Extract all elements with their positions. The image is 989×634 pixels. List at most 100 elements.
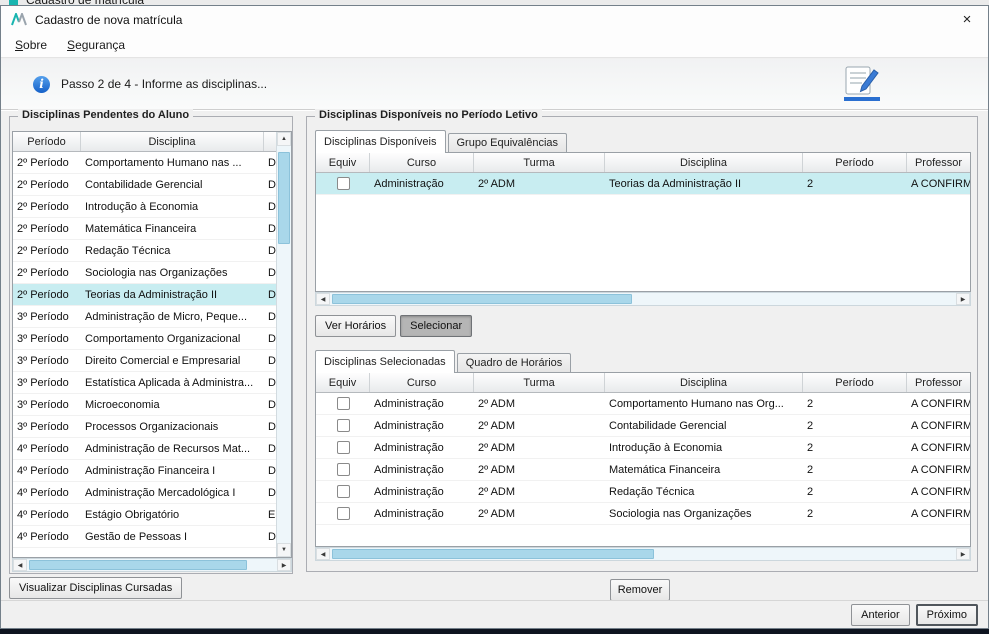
anterior-button[interactable]: Anterior bbox=[851, 603, 910, 626]
scroll-right-icon[interactable]: ▶ bbox=[277, 559, 291, 571]
table-row[interactable]: 4º Período Administração Financeira I DISC bbox=[13, 460, 276, 482]
available-group-title: Disciplinas Disponíveis no Período Letiv… bbox=[315, 109, 542, 121]
table-row[interactable]: 4º Período Administração Mercadológica I D… bbox=[13, 482, 276, 504]
equiv-checkbox[interactable] bbox=[336, 463, 350, 476]
scroll-track[interactable] bbox=[27, 559, 277, 571]
table-cell: Contabilidade Gerencial bbox=[609, 419, 727, 432]
column-header-equiv[interactable]: Equiv bbox=[316, 153, 370, 172]
equiv-checkbox[interactable] bbox=[336, 441, 350, 454]
scroll-thumb[interactable] bbox=[332, 549, 654, 559]
scroll-thumb[interactable] bbox=[278, 152, 290, 244]
pending-table-header[interactable]: Período Disciplina T bbox=[13, 132, 276, 152]
column-header-equiv[interactable]: Equiv bbox=[316, 373, 370, 392]
table-cell: A CONFIRMAR bbox=[911, 397, 970, 410]
table-row[interactable]: Administração 2º ADM Redação Técnica 2 A CON… bbox=[316, 481, 970, 503]
table-row[interactable]: Administração 2º ADM Matemática Financeira… bbox=[316, 459, 970, 481]
ver-horarios-button[interactable]: Ver Horários bbox=[315, 315, 397, 337]
available-table-header[interactable]: Equiv Curso Turma Disciplina Período Pro… bbox=[316, 153, 970, 173]
table-row[interactable]: Administração 2º ADM Sociologia nas Organi… bbox=[316, 503, 970, 525]
table-row[interactable]: 2º Período Redação Técnica DISC bbox=[13, 240, 276, 262]
scroll-left-icon[interactable]: ◀ bbox=[13, 559, 27, 571]
proximo-button[interactable]: Próximo bbox=[915, 603, 978, 626]
table-row[interactable]: 2º Período Comportamento Humano nas ... DI… bbox=[13, 152, 276, 174]
table-row[interactable]: Administração 2º ADM Teorias da Administra… bbox=[316, 173, 970, 195]
table-row[interactable]: 4º Período Gestão de Pessoas I DISC bbox=[13, 526, 276, 548]
table-cell bbox=[316, 437, 370, 458]
table-cell: 2º ADM bbox=[478, 397, 516, 410]
menu-item-seguranca[interactable]: Segurança bbox=[59, 35, 133, 55]
column-header-tipo[interactable]: T bbox=[264, 132, 276, 151]
menu-item-sobre[interactable]: Sobre bbox=[7, 35, 55, 55]
selected-table-header[interactable]: Equiv Curso Turma Disciplina Período Pro… bbox=[316, 373, 970, 393]
table-cell: Redação Técnica bbox=[609, 485, 695, 498]
equiv-checkbox[interactable] bbox=[336, 397, 350, 410]
scroll-thumb[interactable] bbox=[332, 294, 632, 304]
scroll-track[interactable] bbox=[330, 293, 956, 305]
table-row[interactable]: 3º Período Estatística Aplicada à Adminis… bbox=[13, 372, 276, 394]
column-header-turma[interactable]: Turma bbox=[474, 153, 605, 172]
scroll-right-icon[interactable]: ▶ bbox=[956, 548, 970, 560]
table-cell: 3º Período bbox=[17, 420, 69, 433]
column-header-curso[interactable]: Curso bbox=[370, 373, 474, 392]
scroll-left-icon[interactable]: ◀ bbox=[316, 293, 330, 305]
equiv-checkbox[interactable] bbox=[336, 485, 350, 498]
table-cell: 2º ADM bbox=[478, 485, 516, 498]
remover-button[interactable]: Remover bbox=[610, 579, 670, 601]
available-horizontal-scrollbar[interactable]: ◀ ▶ bbox=[315, 292, 971, 306]
table-row[interactable]: Administração 2º ADM Introdução à Economia… bbox=[316, 437, 970, 459]
column-header-curso[interactable]: Curso bbox=[370, 153, 474, 172]
table-row[interactable]: 4º Período Estágio Obrigatório ESTA bbox=[13, 504, 276, 526]
table-cell: 3º Período bbox=[17, 376, 69, 389]
table-row[interactable]: Administração 2º ADM Comportamento Humano … bbox=[316, 393, 970, 415]
visualizar-disciplinas-cursadas-button[interactable]: Visualizar Disciplinas Cursadas bbox=[9, 577, 183, 599]
scroll-right-icon[interactable]: ▶ bbox=[956, 293, 970, 305]
titlebar[interactable]: Cadastro de nova matrícula × bbox=[1, 6, 988, 33]
table-row[interactable]: 3º Período Administração de Micro, Peque.… bbox=[13, 306, 276, 328]
tab-quadro-de-horarios[interactable]: Quadro de Horários bbox=[456, 353, 572, 372]
table-row[interactable]: Administração 2º ADM Contabilidade Gerenci… bbox=[316, 415, 970, 437]
table-cell: Direito Comercial e Empresarial bbox=[85, 354, 241, 367]
table-row[interactable]: 3º Período Direito Comercial e Empresaria… bbox=[13, 350, 276, 372]
column-header-turma[interactable]: Turma bbox=[474, 373, 605, 392]
table-row[interactable]: 2º Período Contabilidade Gerencial DISC bbox=[13, 174, 276, 196]
table-row[interactable]: 4º Período Administração de Recursos Mat.… bbox=[13, 438, 276, 460]
column-header-periodo[interactable]: Período bbox=[13, 132, 81, 151]
selecionar-button[interactable]: Selecionar bbox=[400, 315, 473, 337]
column-header-periodo[interactable]: Período bbox=[803, 153, 907, 172]
table-row[interactable]: 2º Período Matemática Financeira DISC bbox=[13, 218, 276, 240]
equiv-checkbox[interactable] bbox=[336, 177, 350, 190]
equiv-checkbox[interactable] bbox=[336, 419, 350, 432]
column-header-professor[interactable]: Professor bbox=[907, 153, 970, 172]
table-cell: 2 bbox=[807, 397, 814, 410]
table-row[interactable]: 2º Período Sociologia nas Organizações DIS… bbox=[13, 262, 276, 284]
pending-vertical-scrollbar[interactable]: ▲ ▼ bbox=[276, 132, 291, 557]
table-row[interactable]: 3º Período Processos Organizacionais DISC bbox=[13, 416, 276, 438]
scroll-left-icon[interactable]: ◀ bbox=[316, 548, 330, 560]
scroll-track[interactable] bbox=[330, 548, 956, 560]
table-row[interactable]: 2º Período Introdução à Economia DISC bbox=[13, 196, 276, 218]
scroll-down-icon[interactable]: ▼ bbox=[277, 543, 291, 557]
table-row[interactable]: 3º Período Comportamento Organizacional DI… bbox=[13, 328, 276, 350]
selected-horizontal-scrollbar[interactable]: ◀ ▶ bbox=[315, 547, 971, 561]
available-table: Equiv Curso Turma Disciplina Período Pro… bbox=[315, 152, 971, 292]
column-header-professor[interactable]: Professor bbox=[907, 373, 970, 392]
scroll-track[interactable] bbox=[277, 146, 291, 543]
table-row[interactable]: 2º Período Teorias da Administração II DIS… bbox=[13, 284, 276, 306]
table-cell: 2 bbox=[807, 485, 814, 498]
table-row[interactable]: 3º Período Microeconomia DISC bbox=[13, 394, 276, 416]
table-cell: Gestão de Pessoas I bbox=[85, 530, 188, 543]
close-icon[interactable]: × bbox=[946, 6, 988, 33]
table-cell bbox=[316, 503, 370, 524]
tab-disciplinas-selecionadas[interactable]: Disciplinas Selecionadas bbox=[315, 350, 455, 373]
tab-grupo-equivalencias[interactable]: Grupo Equivalências bbox=[447, 133, 568, 152]
table-cell: Introdução à Economia bbox=[85, 200, 199, 213]
scroll-up-icon[interactable]: ▲ bbox=[277, 132, 291, 146]
column-header-periodo[interactable]: Período bbox=[803, 373, 907, 392]
column-header-disciplina[interactable]: Disciplina bbox=[81, 132, 264, 151]
equiv-checkbox[interactable] bbox=[336, 507, 350, 520]
scroll-thumb[interactable] bbox=[29, 560, 247, 570]
pending-horizontal-scrollbar[interactable]: ◀ ▶ bbox=[12, 558, 292, 572]
column-header-disciplina[interactable]: Disciplina bbox=[605, 153, 803, 172]
column-header-disciplina[interactable]: Disciplina bbox=[605, 373, 803, 392]
tab-disciplinas-disponiveis[interactable]: Disciplinas Disponíveis bbox=[315, 130, 446, 153]
